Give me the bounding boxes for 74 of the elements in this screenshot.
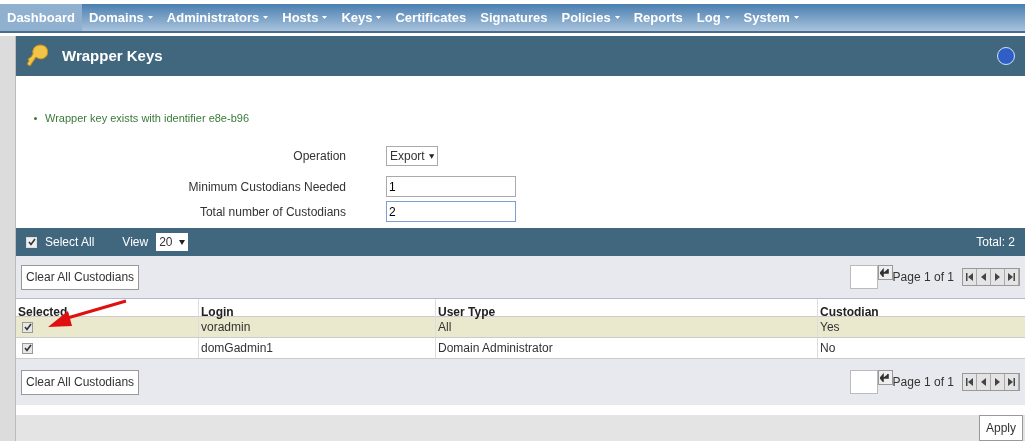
- caret-icon: [428, 153, 434, 159]
- select-all-label: Select All: [45, 234, 95, 251]
- view-dropdown[interactable]: 20: [156, 233, 188, 251]
- page-label: Page 1 of 1: [892, 374, 954, 391]
- check-icon: [23, 344, 32, 352]
- nav-item[interactable]: Administrators: [159, 4, 276, 31]
- left-triangle-icon: [979, 273, 988, 281]
- bullet-icon: [34, 116, 37, 120]
- table-row[interactable]: domGadmin1 Domain Administrator No: [16, 338, 1025, 359]
- next-page-button[interactable]: [991, 374, 1005, 390]
- check-icon: [27, 238, 36, 246]
- caret-icon: [178, 239, 185, 245]
- nav-item[interactable]: Hosts: [275, 4, 335, 31]
- checkbox[interactable]: [22, 342, 33, 354]
- nav-item[interactable]: System: [736, 4, 806, 31]
- last-page-button[interactable]: [1005, 269, 1019, 285]
- panel-title: Wrapper Keys: [62, 45, 163, 66]
- caret-icon: [322, 16, 328, 20]
- first-page-button[interactable]: [963, 374, 977, 390]
- first-page-button[interactable]: [963, 269, 977, 285]
- clear-custodians-button[interactable]: Clear All Custodians: [21, 369, 140, 395]
- caret-icon: [263, 16, 269, 20]
- operation-dropdown[interactable]: Export: [386, 146, 438, 166]
- column-header: User Type: [438, 305, 496, 319]
- checkbox[interactable]: [22, 321, 33, 333]
- left-triangle-icon: [965, 378, 974, 386]
- page-field[interactable]: [849, 370, 878, 394]
- caret-icon: [793, 16, 799, 20]
- table-cell: Yes: [817, 317, 1025, 337]
- clear-custodians-button[interactable]: Clear All Custodians: [21, 264, 140, 290]
- nav-item[interactable]: Reports: [626, 4, 690, 31]
- column-header: Custodian: [820, 305, 879, 319]
- left-triangle-icon: [965, 273, 974, 281]
- nav-item[interactable]: Keys: [334, 4, 389, 31]
- field-label: Minimum Custodians Needed: [187, 178, 346, 196]
- caret-icon: [724, 16, 730, 20]
- nav-item[interactable]: Signatures: [473, 4, 555, 31]
- enter-icon: [880, 373, 891, 382]
- last-page-button[interactable]: [1005, 374, 1019, 390]
- left-triangle-icon: [979, 378, 988, 386]
- right-triangle-icon: [993, 273, 1002, 281]
- field-label: Total number of Custodians: [198, 203, 346, 221]
- page-label: Page 1 of 1: [892, 269, 954, 286]
- table-cell: Domain Administrator: [435, 338, 817, 358]
- column-header: Selected: [18, 305, 68, 319]
- total-count: Total: 2: [976, 234, 1015, 251]
- nav-item[interactable]: Dashboard: [0, 4, 82, 31]
- apply-button[interactable]: Apply: [978, 415, 1023, 441]
- right-triangle-icon: [993, 378, 1002, 386]
- right-triangle-icon: [1007, 378, 1016, 386]
- enter-icon: [880, 268, 891, 277]
- table-cell: No: [817, 338, 1025, 358]
- column-header: Login: [201, 305, 234, 319]
- caret-icon: [376, 16, 382, 20]
- check-icon: [23, 323, 32, 331]
- prev-page-button[interactable]: [977, 269, 991, 285]
- nav-item[interactable]: Policies: [554, 4, 627, 31]
- input-field[interactable]: 1: [386, 176, 516, 197]
- prev-page-button[interactable]: [977, 374, 991, 390]
- nav-item[interactable]: Domains: [81, 4, 160, 31]
- view-label: View: [122, 234, 149, 251]
- right-triangle-icon: [1007, 273, 1016, 281]
- help-icon[interactable]: [997, 47, 1015, 65]
- nav-item[interactable]: Log: [689, 4, 737, 31]
- table-cell: domGadmin1: [198, 338, 435, 358]
- caret-icon: [147, 16, 153, 20]
- key-icon: [26, 44, 48, 68]
- field-label: Operation: [292, 148, 346, 165]
- caret-icon: [614, 16, 620, 20]
- page-field[interactable]: [849, 265, 878, 289]
- status-message: Wrapper key exists with identifier e8e-b96: [45, 110, 249, 126]
- next-page-button[interactable]: [991, 269, 1005, 285]
- input-field[interactable]: 2: [386, 201, 516, 222]
- nav-item[interactable]: Certificates: [388, 4, 474, 31]
